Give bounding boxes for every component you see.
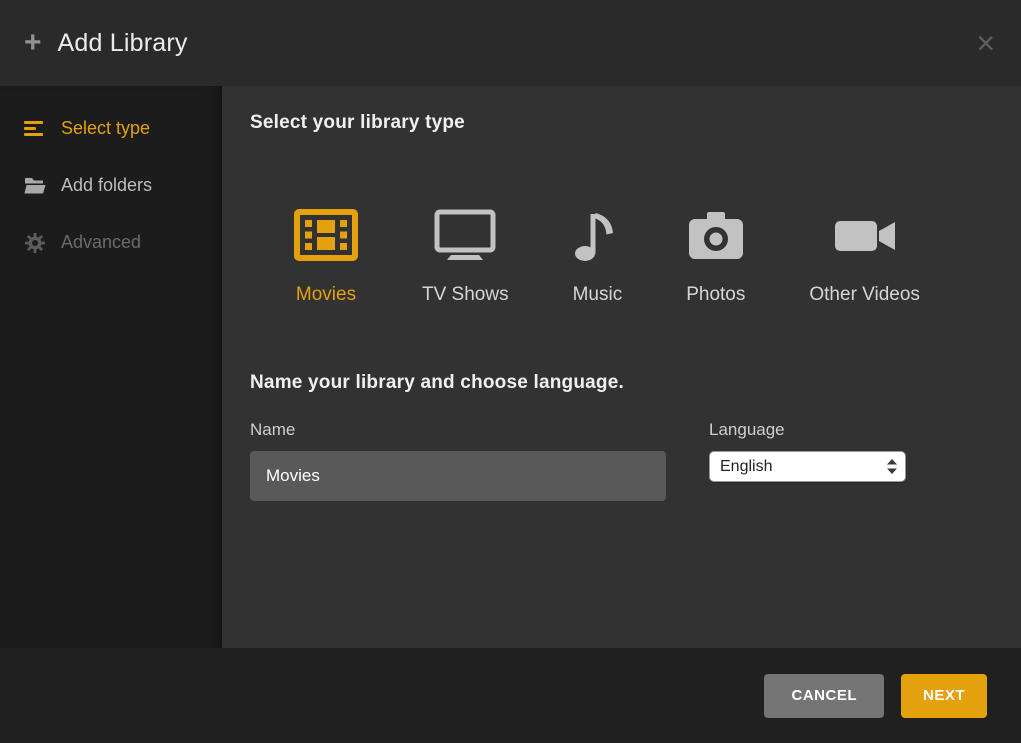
dialog-header: + Add Library × [0, 0, 1021, 86]
select-arrows-icon [887, 459, 897, 474]
close-icon[interactable]: × [976, 27, 995, 59]
dialog-footer: CANCEL NEXT [0, 648, 1021, 743]
language-field-group: Language English [709, 420, 906, 501]
folder-icon [24, 177, 46, 194]
sidebar-item-label: Select type [61, 118, 150, 139]
library-name-input[interactable] [250, 451, 666, 501]
music-note-icon [573, 208, 621, 262]
dialog-body: Select type Add folders [0, 86, 1021, 648]
language-label: Language [709, 420, 906, 440]
language-select-value: English [720, 458, 887, 476]
sidebar-item-label: Add folders [61, 175, 152, 196]
select-type-icon [24, 121, 46, 136]
library-type-label: Other Videos [809, 284, 920, 306]
next-button[interactable]: NEXT [901, 674, 987, 718]
section-title-library-type: Select your library type [250, 112, 991, 134]
name-field-group: Name [250, 420, 666, 501]
name-language-form: Name Language English [250, 420, 991, 501]
library-type-tv-shows[interactable]: TV Shows [422, 208, 509, 306]
library-type-music[interactable]: Music [573, 208, 623, 306]
video-camera-icon [833, 208, 897, 262]
dialog-title: Add Library [58, 29, 188, 58]
library-type-label: Photos [686, 284, 745, 306]
library-type-movies[interactable]: Movies [294, 208, 358, 306]
movies-icon [294, 208, 358, 262]
add-icon: + [24, 28, 42, 58]
sidebar: Select type Add folders [0, 86, 222, 648]
sidebar-item-advanced[interactable]: Advanced [0, 214, 222, 271]
gear-icon [24, 233, 46, 253]
sidebar-item-label: Advanced [61, 232, 141, 253]
add-library-dialog: + Add Library × Select type Add folders [0, 0, 1021, 743]
name-label: Name [250, 420, 666, 440]
sidebar-item-add-folders[interactable]: Add folders [0, 157, 222, 214]
library-type-other-videos[interactable]: Other Videos [809, 208, 920, 306]
section-title-name-language: Name your library and choose language. [250, 372, 991, 394]
camera-icon [687, 208, 745, 262]
sidebar-item-select-type[interactable]: Select type [0, 100, 222, 157]
main-content: Select your library type Mov [222, 86, 1021, 648]
tv-icon [433, 208, 497, 262]
library-type-label: Movies [296, 284, 356, 306]
cancel-button[interactable]: CANCEL [764, 674, 884, 718]
library-type-label: Music [573, 284, 623, 306]
library-type-photos[interactable]: Photos [686, 208, 745, 306]
library-type-row: Movies TV Shows [294, 208, 991, 306]
library-type-label: TV Shows [422, 284, 509, 306]
language-select[interactable]: English [709, 451, 906, 482]
